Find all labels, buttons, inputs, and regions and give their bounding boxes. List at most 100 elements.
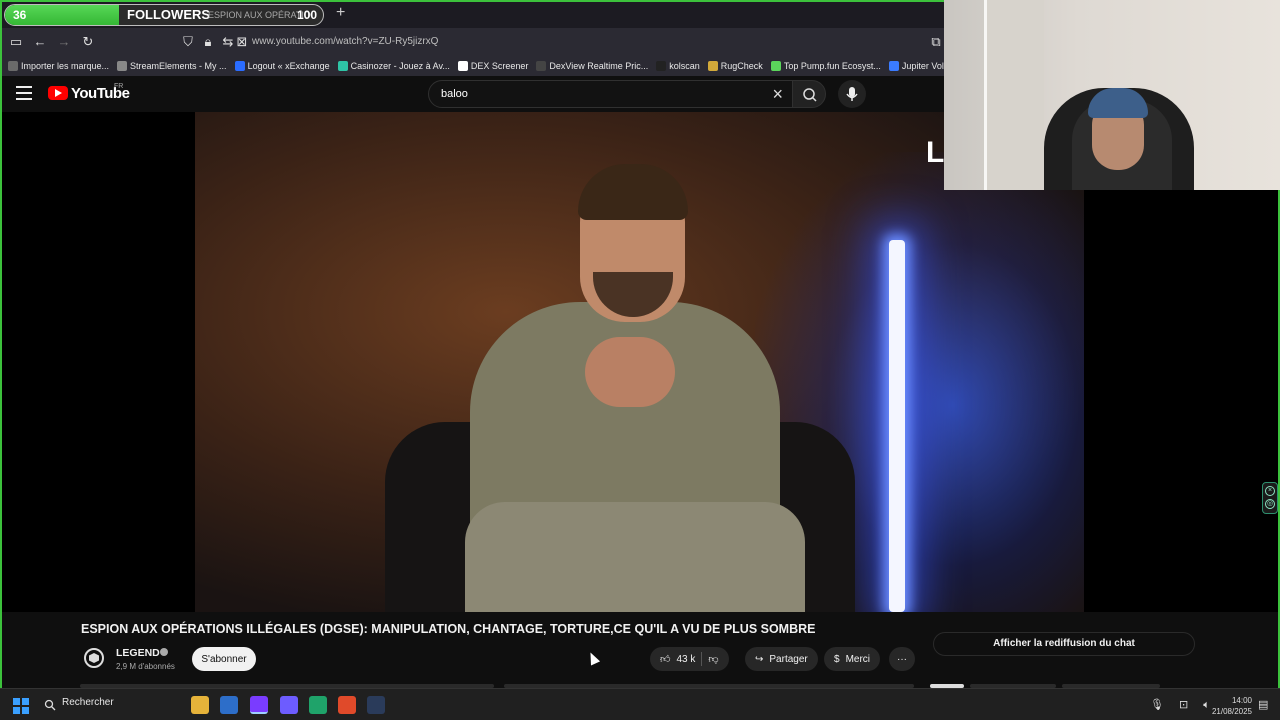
webcam-door [984, 0, 1044, 190]
like-separator [701, 652, 703, 666]
forward-arrow-icon[interactable]: → [56, 34, 72, 50]
super-thanks-icon: $ [834, 653, 840, 665]
voice-search-button[interactable] [838, 80, 866, 108]
windows-start-icon[interactable] [13, 698, 29, 714]
followers-label: FOLLOWERS [127, 7, 211, 22]
bookmark-favicon-icon [117, 61, 128, 71]
shield-icon[interactable]: ⛉ [180, 34, 196, 50]
like-dislike-group: 👍︎ 43 k 👎︎ [650, 647, 729, 671]
more-actions-button[interactable]: ··· [889, 647, 915, 671]
taskbar-search-icon [44, 699, 56, 711]
streamer-webcam [944, 0, 1280, 190]
bookmark-favicon-icon [234, 61, 245, 71]
more-dots-icon: ··· [897, 653, 907, 665]
bookmark-label: Casinozer - Jouez à Av... [350, 61, 450, 71]
windows-taskbar: Rechercher 🎙︎ ⊡ 🔈︎ 14:00 21/08/2025 ▤ [0, 688, 1280, 720]
bookmark-item[interactable]: kolscan [656, 61, 700, 71]
screenshot-icon[interactable]: ⧉ [928, 34, 944, 50]
clear-search-icon[interactable]: × [772, 84, 783, 104]
followers-goal: 100 [296, 8, 317, 22]
bookmark-item[interactable]: DexView Realtime Pric... [536, 61, 648, 71]
speaker-legs [465, 502, 805, 612]
youtube-header: YouTube FR baloo × [2, 76, 944, 112]
camera-off-icon[interactable]: ⊠ [234, 34, 250, 50]
stream-overlay-letter: L [926, 136, 945, 169]
bookmark-favicon-icon [707, 61, 718, 71]
bookmark-item[interactable]: StreamElements - My ... [117, 61, 227, 71]
show-chat-replay-button[interactable]: Afficher la rediffusion du chat [933, 632, 1195, 656]
channel-subscribers: 2,9 M d'abonnés [116, 662, 175, 671]
bookmark-favicon-icon [770, 61, 781, 71]
search-icon [803, 88, 817, 102]
bookmark-label: RugCheck [720, 61, 763, 71]
store-icon[interactable] [220, 696, 238, 714]
sidebar-toggle-icon[interactable]: ▭ [8, 34, 24, 50]
bookmark-item[interactable]: Casinozer - Jouez à Av... [337, 61, 450, 71]
bookmark-label: StreamElements - My ... [130, 61, 227, 71]
video-player[interactable] [2, 112, 1084, 612]
bookmark-item[interactable]: RugCheck [707, 61, 763, 71]
thanks-label: Merci [845, 653, 871, 665]
side-panel [1084, 190, 1278, 612]
streaming-app-icon[interactable] [338, 696, 356, 714]
share-arrow-icon: ↪ [755, 653, 764, 665]
bookmark-item[interactable]: Jupiter Volume - Defil... [888, 61, 944, 71]
thumbs-up-icon: 👍︎ [660, 654, 671, 665]
bookmark-item[interactable]: Logout « xExchange [234, 61, 330, 71]
clock-date: 21/08/2025 [1211, 707, 1252, 716]
channel-name[interactable]: LEGEND [116, 647, 160, 659]
search-input[interactable]: baloo [441, 88, 468, 100]
spreadsheet-app-icon[interactable] [309, 696, 327, 714]
subscribe-button[interactable]: S'abonner [192, 647, 256, 671]
firefox-icon[interactable] [250, 696, 268, 714]
reload-icon[interactable]: ↻ [80, 34, 96, 50]
youtube-logo-icon[interactable] [48, 86, 68, 100]
like-count: 43 k [676, 653, 696, 665]
taskbar-clock[interactable]: 14:00 21/08/2025 [1204, 695, 1252, 717]
bookmark-item[interactable]: Top Pump.fun Ecosyst... [770, 61, 881, 71]
extension-widget[interactable]: × ◎ [1262, 482, 1278, 514]
bookmark-label: Logout « xExchange [247, 61, 330, 71]
bookmark-favicon-icon [337, 61, 348, 71]
bookmark-item[interactable]: Importer les marque... [8, 61, 109, 71]
steam-icon[interactable] [367, 696, 385, 714]
bookmark-favicon-icon [888, 61, 899, 71]
bookmark-label: DexView Realtime Pric... [549, 61, 649, 71]
search-button[interactable] [792, 80, 826, 108]
address-bar[interactable]: www.youtube.com/watch?v=ZU-Ry5jizrxQ [252, 36, 438, 47]
menu-hamburger-icon[interactable] [16, 86, 32, 100]
verified-check-icon [160, 648, 168, 656]
speaker-hand [585, 337, 675, 407]
channel-avatar[interactable] [84, 648, 104, 668]
share-label: Partager [769, 653, 808, 665]
thanks-button[interactable]: $ Merci [824, 647, 881, 671]
bookmarks-bar: Importer les marque... StreamElements - M… [2, 56, 944, 76]
browser-tab-title[interactable]: ESPION AUX OPÉRATIO [208, 10, 311, 20]
taskbar-search[interactable]: Rechercher [62, 697, 114, 708]
thumbs-down-icon[interactable]: 👎︎ [708, 653, 718, 665]
followers-goal-bar: 36 FOLLOWERS ESPION AUX OPÉRATIO 100 [4, 4, 324, 26]
back-arrow-icon[interactable]: ← [32, 34, 48, 50]
bookmark-favicon-icon [8, 61, 18, 71]
speaker-hair [578, 164, 688, 220]
bookmark-label: Jupiter Volume - Defil... [901, 61, 944, 71]
bookmark-favicon-icon [656, 61, 667, 71]
notification-icon[interactable]: ▤ [1258, 698, 1268, 711]
browser-nav-bar: ▭ ← → ↻ ⛉ 🔒︎ ⇆ ⊠ www.youtube.com/watch?v… [2, 28, 944, 56]
bookmark-label: DEX Screener [470, 61, 529, 71]
file-explorer-icon[interactable] [191, 696, 209, 714]
share-button[interactable]: ↪ Partager [745, 647, 818, 671]
followers-count: 36 [13, 8, 27, 22]
messenger-icon[interactable] [280, 696, 298, 714]
new-tab-button[interactable]: + [336, 5, 345, 21]
bookmark-item[interactable]: DEX Screener [457, 61, 529, 71]
close-widget-icon[interactable]: × [1265, 486, 1275, 496]
video-title: ESPION AUX OPÉRATIONS ILLÉGALES (DGSE): … [81, 622, 816, 636]
bookmark-favicon-icon [457, 61, 468, 71]
like-button[interactable]: 👍︎ 43 k [660, 653, 696, 666]
search-box[interactable]: baloo × [428, 80, 794, 108]
widget-status-icon[interactable]: ◎ [1265, 499, 1275, 509]
bookmark-label: Importer les marque... [21, 61, 110, 71]
bookmark-label: Top Pump.fun Ecosyst... [783, 61, 881, 71]
region-code: FR [114, 83, 124, 90]
